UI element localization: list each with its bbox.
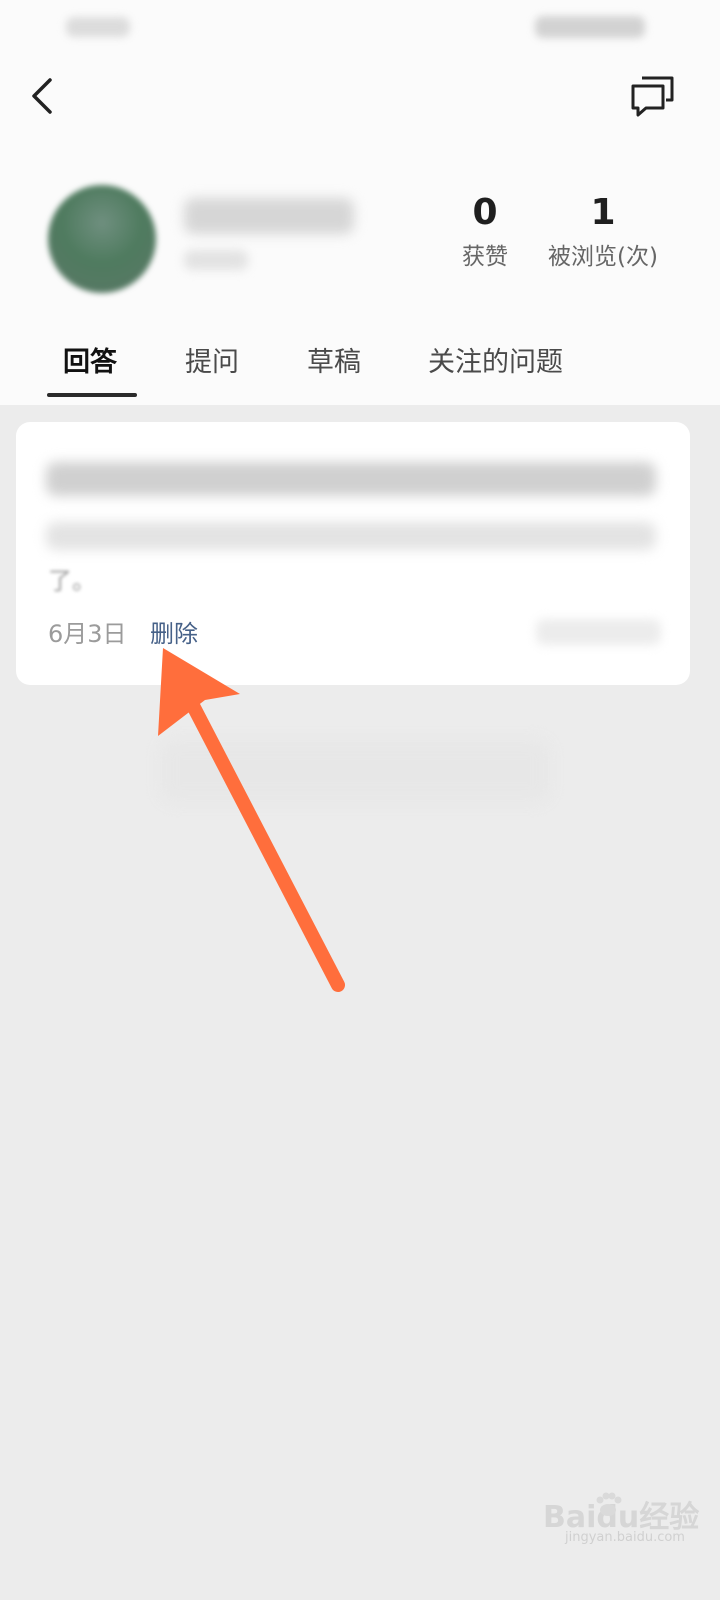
answer-excerpt-tail: 了。 <box>48 567 96 595</box>
avatar[interactable] <box>48 185 156 293</box>
tab-bar: 回答 提问 草稿 关注的问题 <box>0 335 720 400</box>
stat-views: 1 被浏览(次) <box>538 190 668 274</box>
likes-label: 获赞 <box>462 244 508 270</box>
tab-questions[interactable]: 提问 <box>185 343 239 383</box>
tab-followed-questions[interactable]: 关注的问题 <box>428 343 563 383</box>
back-chevron-icon <box>32 78 52 114</box>
views-count: 1 <box>590 192 616 233</box>
list-end-indicator-blurred <box>160 740 550 802</box>
status-time-blurred <box>66 17 130 37</box>
messages-button[interactable] <box>628 72 678 120</box>
answer-excerpt-blurred <box>46 522 656 550</box>
profile-header: 0 获赞 1 被浏览(次) 回答 提问 草稿 关注的问题 <box>0 0 720 405</box>
status-bar <box>0 0 720 50</box>
user-subtitle-blurred <box>184 250 248 270</box>
views-label: 被浏览(次) <box>548 244 658 270</box>
delete-button[interactable]: 删除 <box>150 618 198 650</box>
username-blurred <box>184 198 354 234</box>
active-tab-indicator <box>47 393 137 397</box>
tab-drafts[interactable]: 草稿 <box>307 343 361 383</box>
status-icons-blurred <box>535 16 645 38</box>
answer-date: 6月3日 <box>48 620 127 648</box>
answer-meta-blurred <box>536 619 661 645</box>
tab-answers[interactable]: 回答 <box>63 343 117 383</box>
watermark: Baidu经验 jingyan.baidu.com <box>543 1492 703 1545</box>
likes-count: 0 <box>472 192 498 233</box>
stat-likes: 0 获赞 <box>450 190 520 274</box>
watermark-url: jingyan.baidu.com <box>565 1530 685 1545</box>
back-button[interactable] <box>26 74 66 118</box>
answer-card[interactable]: 了。 6月3日 删除 <box>16 422 690 685</box>
answer-question-title-blurred <box>46 462 656 496</box>
paw-logo-icon <box>596 1492 622 1516</box>
messages-icon <box>631 76 674 117</box>
